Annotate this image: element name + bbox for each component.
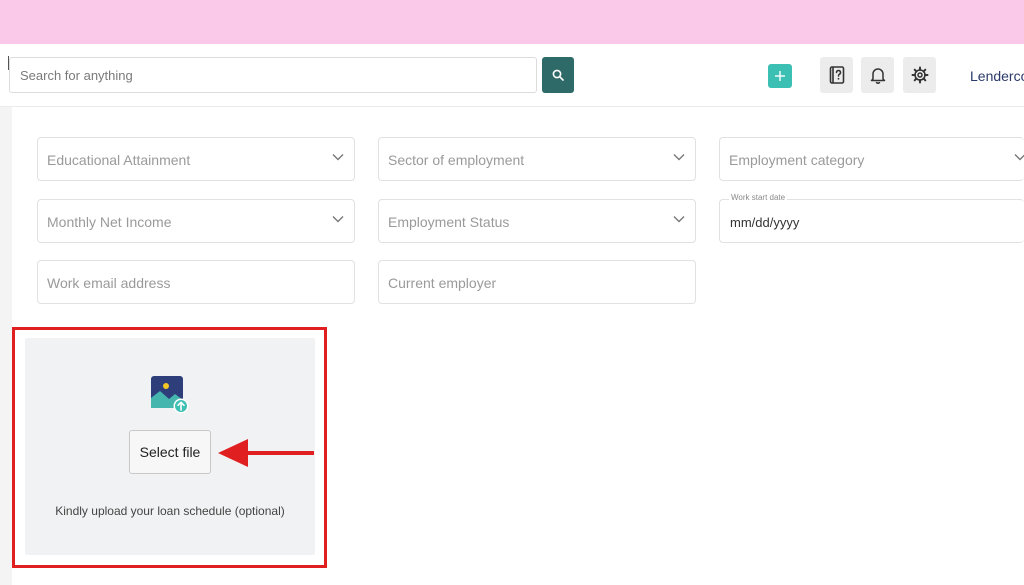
select-file-button[interactable]: Select file bbox=[129, 430, 211, 474]
upload-caption: Kindly upload your loan schedule (option… bbox=[55, 504, 285, 518]
field-placeholder: Monthly Net Income bbox=[47, 214, 172, 230]
help-book-icon bbox=[829, 66, 844, 84]
app-header: Lenderco bbox=[0, 44, 1024, 107]
chevron-down-icon bbox=[673, 216, 685, 223]
image-upload-icon bbox=[151, 376, 189, 414]
bell-icon bbox=[870, 68, 885, 84]
field-placeholder: Employment Status bbox=[388, 214, 510, 230]
work-start-date-field[interactable]: Work start date mm/dd/yyyy bbox=[719, 193, 1024, 243]
sector-of-employment-select[interactable]: Sector of employment bbox=[378, 137, 696, 181]
brand-name[interactable]: Lenderco bbox=[970, 68, 1024, 84]
chevron-down-icon bbox=[332, 154, 344, 161]
top-pink-band bbox=[0, 0, 1024, 44]
gear-icon bbox=[911, 66, 928, 84]
field-placeholder: Current employer bbox=[388, 275, 497, 291]
chevron-down-icon bbox=[1014, 154, 1024, 161]
field-placeholder: Work email address bbox=[47, 275, 171, 291]
chevron-down-icon bbox=[332, 216, 344, 223]
search-field[interactable] bbox=[9, 57, 537, 93]
employment-category-select[interactable]: Employment category bbox=[719, 137, 1024, 181]
current-employer-field[interactable]: Current employer bbox=[378, 260, 696, 304]
search-input[interactable] bbox=[10, 58, 536, 92]
help-button[interactable] bbox=[820, 57, 853, 93]
field-placeholder: Sector of employment bbox=[388, 152, 525, 168]
plus-icon bbox=[775, 71, 785, 81]
monthly-net-income-select[interactable]: Monthly Net Income bbox=[37, 199, 355, 243]
notifications-button[interactable] bbox=[861, 57, 894, 93]
work-start-date-value: mm/dd/yyyy bbox=[730, 215, 800, 230]
sidebar-edge bbox=[0, 107, 12, 585]
work-start-date-label: Work start date bbox=[729, 193, 788, 202]
employment-status-select[interactable]: Employment Status bbox=[378, 199, 696, 243]
settings-button[interactable] bbox=[903, 57, 936, 93]
chevron-down-icon bbox=[673, 154, 685, 161]
search-icon bbox=[552, 69, 564, 81]
educational-attainment-select[interactable]: Educational Attainment bbox=[37, 137, 355, 181]
work-email-field[interactable]: Work email address bbox=[37, 260, 355, 304]
field-placeholder: Educational Attainment bbox=[47, 152, 191, 168]
add-button[interactable] bbox=[768, 64, 792, 88]
red-arrow-left-icon bbox=[218, 439, 314, 467]
search-button[interactable] bbox=[542, 57, 574, 93]
field-placeholder: Employment category bbox=[729, 152, 865, 168]
